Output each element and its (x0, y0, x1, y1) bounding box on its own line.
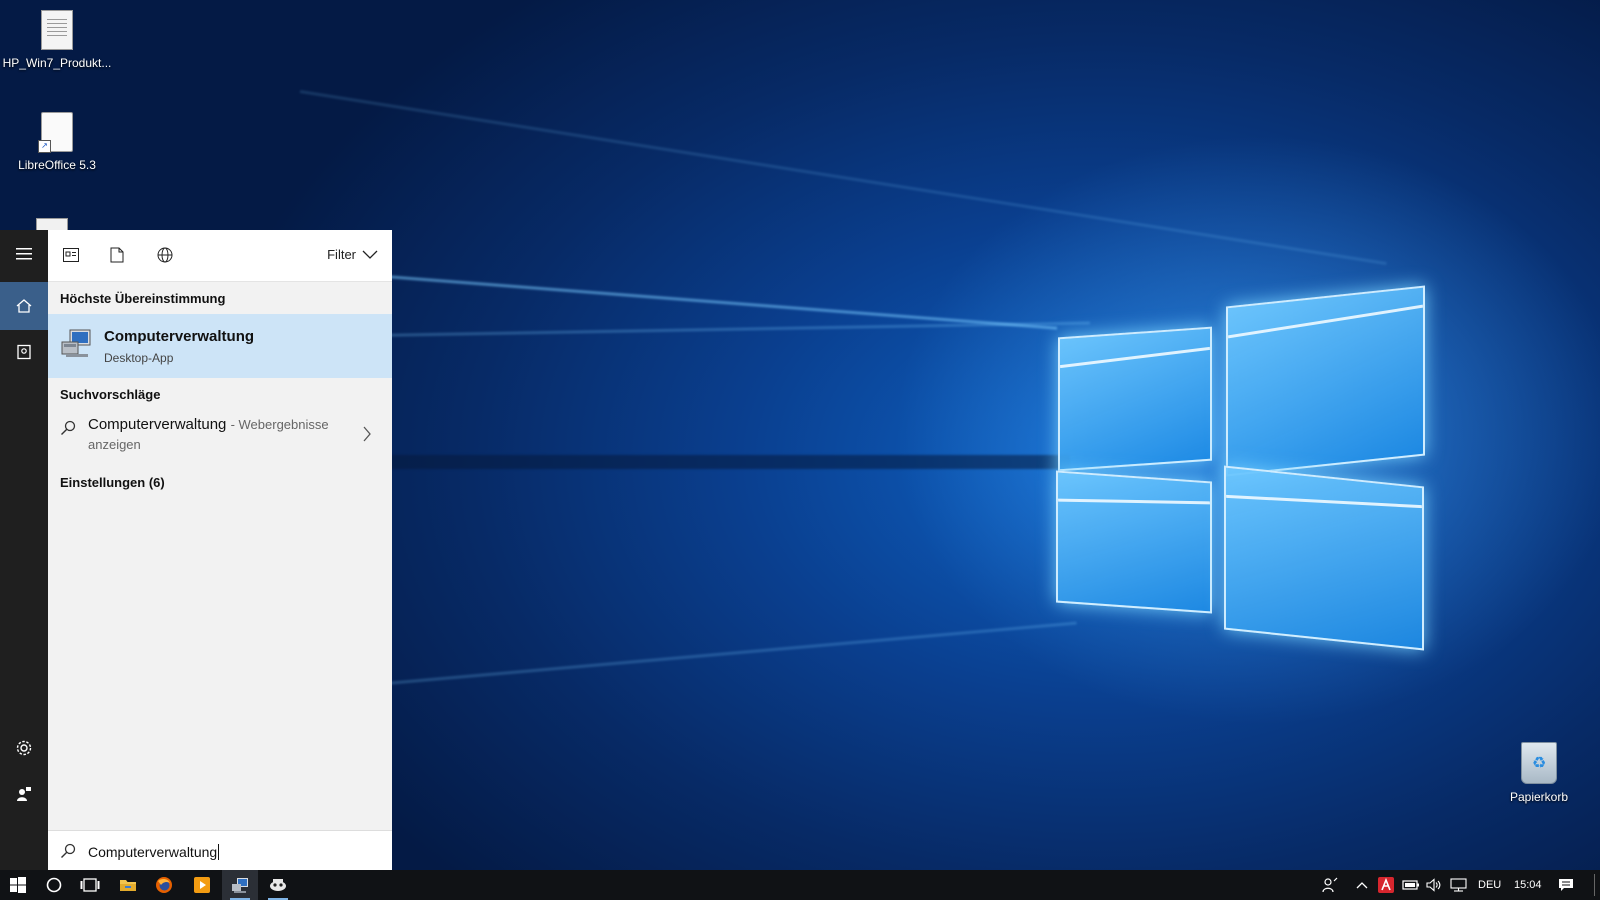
clock-time: 15:04 (1514, 879, 1542, 891)
chevron-up-icon (1356, 882, 1368, 889)
antivirus-icon (1378, 877, 1394, 893)
battery-button[interactable] (1402, 870, 1420, 900)
speaker-icon (1426, 878, 1441, 892)
chevron-down-icon (362, 250, 378, 259)
show-hidden-icons-button[interactable] (1356, 870, 1368, 900)
antivirus-tray-button[interactable] (1378, 870, 1394, 900)
best-match-title: Computerverwaltung (104, 328, 255, 345)
web-suggestion-item[interactable]: Computerverwaltung - Webergebnisse anzei… (48, 410, 392, 462)
windows-logo-pane (1226, 285, 1425, 477)
suggestion-hint: - Webergebnisse (230, 417, 329, 432)
desktop-icon-recycle-bin[interactable]: Papierkorb (1484, 742, 1594, 804)
document-icon (110, 247, 124, 263)
windows-logo-pane (1058, 326, 1212, 472)
app-taskbar-button[interactable] (260, 870, 296, 900)
media-player-icon (194, 877, 210, 893)
network-icon (1450, 878, 1467, 892)
apps-filter-button[interactable] (60, 244, 82, 266)
network-button[interactable] (1450, 870, 1468, 900)
desktop-icon-hp-file[interactable]: HP_Win7_Produkt... (2, 10, 112, 70)
firefox-button[interactable] (146, 870, 182, 900)
computer-management-icon (232, 878, 248, 893)
libreoffice-icon: ↗ (38, 112, 73, 153)
input-language-label: DEU (1478, 879, 1502, 891)
search-input[interactable]: Computerverwaltung (48, 830, 392, 871)
filter-label: Filter (327, 247, 356, 262)
best-match-item[interactable]: Computerverwaltung Desktop-App (48, 314, 392, 378)
recycle-bin-icon (1521, 742, 1557, 784)
text-caret (218, 844, 220, 860)
home-button[interactable] (0, 282, 48, 330)
windows-logo-pane (1224, 465, 1424, 651)
media-player-button[interactable] (184, 870, 220, 900)
volume-button[interactable] (1426, 870, 1442, 900)
notebook-icon (17, 344, 31, 360)
settings-button[interactable] (0, 724, 48, 772)
file-explorer-button[interactable] (110, 870, 146, 900)
search-icon (61, 420, 76, 435)
hamburger-menu-button[interactable] (0, 230, 48, 278)
apps-icon (63, 248, 79, 262)
filter-dropdown[interactable]: Filter (327, 247, 378, 262)
search-panel: Filter Höchste Übereinstimmung Computerv… (48, 230, 392, 871)
notification-icon (1559, 879, 1573, 891)
computer-management-icon (61, 329, 91, 357)
search-icon (61, 843, 76, 858)
desktop-icon-label: Papierkorb (1509, 790, 1569, 804)
suggestions-heading: Suchvorschläge (60, 387, 161, 402)
app-icon (270, 879, 286, 891)
settings-results-heading[interactable]: Einstellungen (6) (48, 475, 177, 490)
gear-icon (16, 740, 32, 756)
cortana-circle-icon (46, 877, 62, 893)
web-filter-button[interactable] (154, 244, 176, 266)
search-panel-toolbar: Filter (48, 230, 392, 282)
light-beam (299, 90, 1387, 266)
start-rail (0, 230, 48, 870)
notebook-button[interactable] (0, 328, 48, 376)
task-view-icon (80, 878, 100, 892)
desktop-icon-libreoffice[interactable]: ↗ LibreOffice 5.3 (2, 112, 112, 172)
taskbar: DEU 15:04 (0, 870, 1600, 900)
people-button[interactable] (1322, 870, 1338, 900)
shortcut-arrow-icon: ↗ (38, 140, 51, 153)
windows-icon (10, 877, 26, 893)
folder-icon (120, 880, 136, 891)
people-icon (1322, 877, 1338, 893)
documents-filter-button[interactable] (106, 244, 128, 266)
feedback-button[interactable] (0, 770, 48, 818)
windows-logo-pane (1056, 470, 1212, 614)
show-desktop-button[interactable] (1594, 874, 1595, 896)
desktop-icon-label: LibreOffice 5.3 (18, 158, 96, 172)
search-input-value: Computerverwaltung (88, 844, 218, 860)
suggestion-title: Computerverwaltung (88, 416, 227, 433)
best-match-heading: Höchste Übereinstimmung (60, 291, 226, 306)
globe-icon (157, 247, 173, 263)
computer-management-taskbar-button[interactable] (222, 870, 258, 900)
best-match-subtitle: Desktop-App (104, 351, 174, 365)
desktop-icon-label: HP_Win7_Produkt... (2, 56, 112, 70)
feedback-icon (17, 787, 31, 801)
home-icon (16, 299, 32, 313)
suggestion-hint-line2: anzeigen (88, 437, 141, 452)
text-file-icon (41, 10, 73, 50)
task-view-button[interactable] (72, 870, 108, 900)
hamburger-icon (16, 248, 32, 260)
chevron-right-icon[interactable] (362, 426, 372, 442)
firefox-icon (156, 877, 172, 893)
start-button[interactable] (0, 870, 36, 900)
cortana-button[interactable] (36, 870, 72, 900)
battery-icon (1402, 880, 1419, 890)
clock-button[interactable]: 15:04 (1514, 870, 1542, 900)
action-center-button[interactable] (1558, 870, 1574, 900)
input-language-button[interactable]: DEU (1478, 870, 1501, 900)
